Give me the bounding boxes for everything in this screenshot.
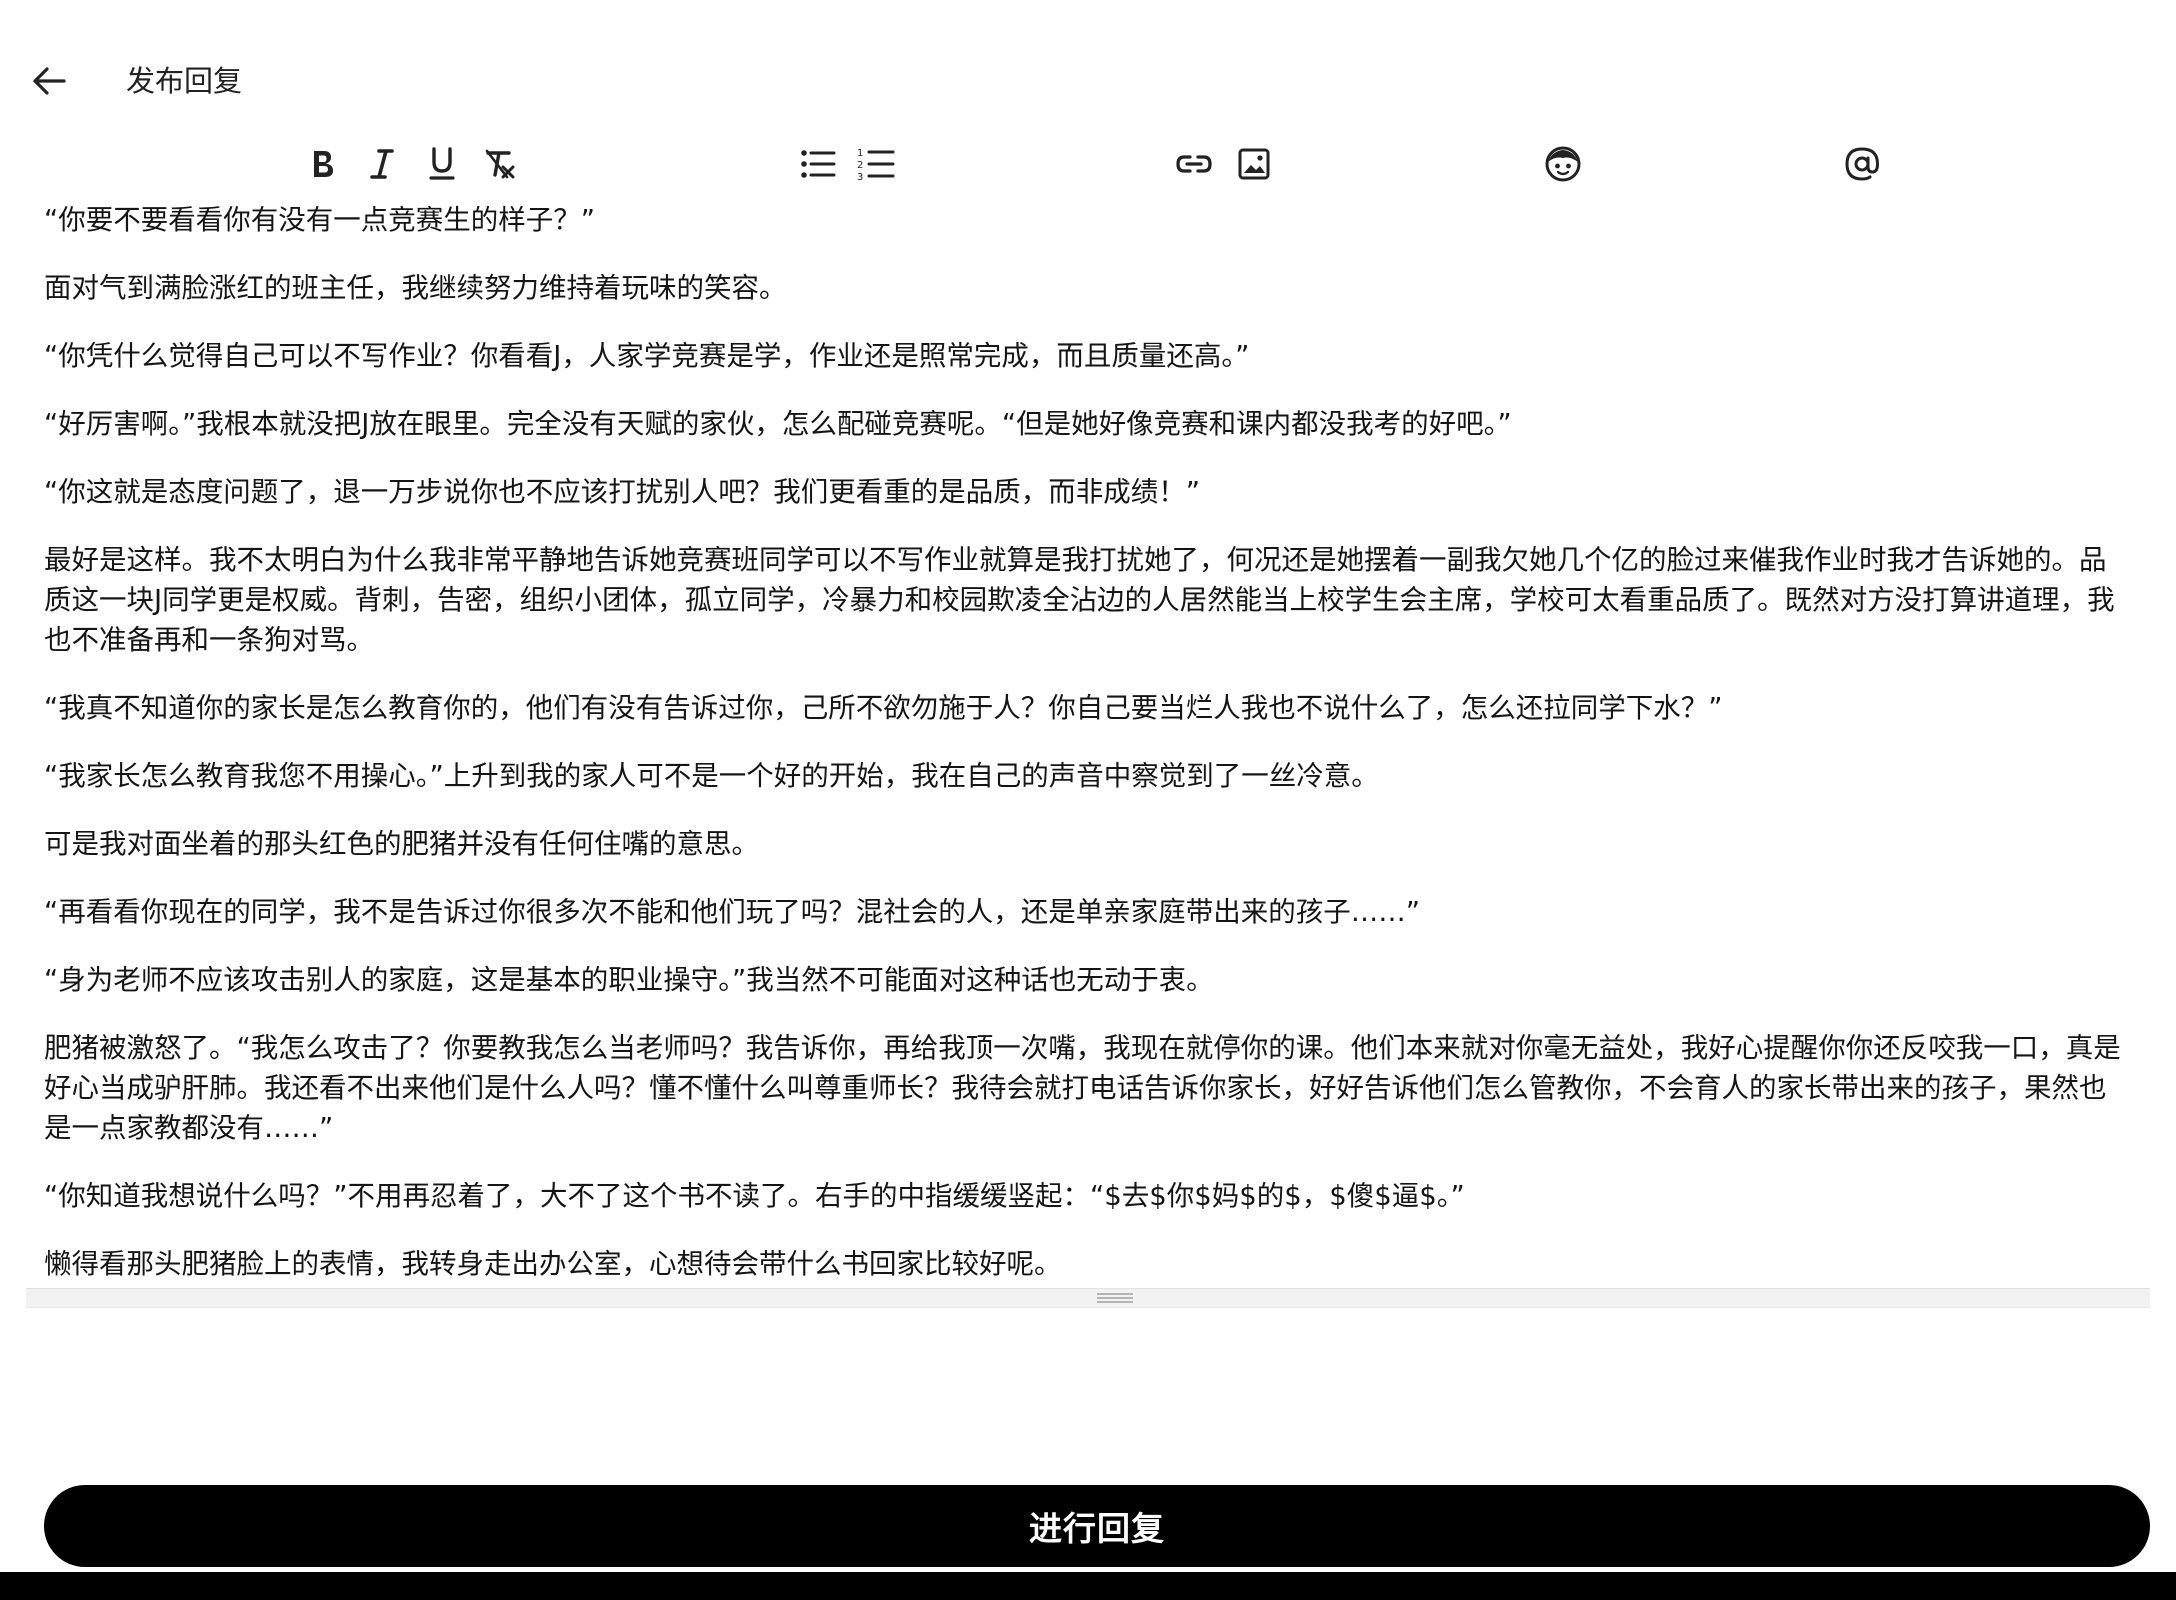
- system-navigation-bar: [0, 1572, 2176, 1600]
- italic-icon: [370, 149, 394, 179]
- svg-text:1: 1: [857, 148, 863, 159]
- clear-format-button[interactable]: [474, 138, 526, 190]
- back-button[interactable]: [26, 58, 72, 104]
- header: 发布回复: [0, 40, 2176, 120]
- bold-icon: [314, 151, 333, 177]
- svg-text:2: 2: [857, 160, 863, 171]
- italic-button[interactable]: [356, 138, 408, 190]
- numbered-list-button[interactable]: 1 2 3: [850, 138, 902, 190]
- mention-button[interactable]: [1836, 138, 1888, 190]
- link-icon: [1176, 155, 1212, 173]
- editor-paragraph: “你凭什么觉得自己可以不写作业？你看看J，人家学竞赛是学，作业还是照常完成，而且…: [44, 340, 1250, 372]
- editor-paragraph: “好厉害啊。”我根本就没把J放在眼里。完全没有天赋的家伙，怎么配碰竞赛呢。“但是…: [44, 408, 1512, 440]
- editor-paragraph: “你要不要看看你有没有一点竞赛生的样子？”: [44, 204, 595, 236]
- formatting-toolbar: 1 2 3: [0, 138, 2176, 192]
- bullet-list-icon: [801, 150, 836, 178]
- emoji-button[interactable]: [1537, 138, 1589, 190]
- editor-paragraph: “你知道我想说什么吗？”不用再忍着了，大不了这个书不读了。右手的中指缓缓竖起：“…: [44, 1180, 1465, 1212]
- svg-text:3: 3: [857, 172, 863, 182]
- clear-format-icon: [485, 149, 515, 179]
- editor-paragraph: “身为老师不应该攻击别人的家庭，这是基本的职业操守。”我当然不可能面对这种话也无…: [44, 964, 1214, 996]
- underline-button[interactable]: [416, 138, 468, 190]
- bullet-list-button[interactable]: [792, 138, 844, 190]
- arrow-left-icon: [33, 67, 66, 95]
- grip-icon: [1097, 1293, 1133, 1303]
- reply-editor[interactable]: “你要不要看看你有没有一点竞赛生的样子？” 面对气到满脸涨红的班主任，我继续努力…: [44, 200, 2124, 1286]
- page-title: 发布回复: [126, 64, 243, 98]
- editor-resize-handle[interactable]: [26, 1288, 2150, 1308]
- bold-button[interactable]: [296, 138, 348, 190]
- editor-paragraph: “我真不知道你的家长是怎么教育你的，他们有没有告诉过你，己所不欲勿施于人？你自己…: [44, 692, 1723, 724]
- insert-link-button[interactable]: [1168, 138, 1220, 190]
- image-icon: [1238, 148, 1270, 180]
- reply-screen: 发布回复 1 2 3 “你要不要看看你有没有一点竞赛生的样子？” 面对气到满脸涨…: [0, 0, 2176, 1600]
- editor-paragraph: 懒得看那头肥猪脸上的表情，我转身走出办公室，心想待会带什么书回家比较好呢。: [44, 1248, 1062, 1280]
- underline-icon: [429, 147, 455, 180]
- at-sign-icon: [1845, 147, 1880, 181]
- editor-paragraph: 肥猪被激怒了。“我怎么攻击了？你要教我怎么当老师吗？我告诉你，再给我顶一次嘴，我…: [44, 1032, 2121, 1144]
- editor-paragraph: 面对气到满脸涨红的班主任，我继续努力维持着玩味的笑容。: [44, 272, 787, 304]
- editor-paragraph: “我家长怎么教育我您不用操心。”上升到我的家人可不是一个好的开始，我在自己的声音…: [44, 760, 1379, 792]
- editor-paragraph: “你这就是态度问题了，退一万步说你也不应该打扰别人吧？我们更看重的是品质，而非成…: [44, 476, 1200, 508]
- editor-paragraph: “再看看你现在的同学，我不是告诉过你很多次不能和他们玩了吗？混社会的人，还是单亲…: [44, 896, 1420, 928]
- insert-image-button[interactable]: [1228, 138, 1280, 190]
- editor-paragraph: 可是我对面坐着的那头红色的肥猪并没有任何住嘴的意思。: [44, 828, 759, 860]
- submit-reply-button[interactable]: 进行回复: [44, 1485, 2150, 1567]
- editor-paragraph: 最好是这样。我不太明白为什么我非常平静地告诉她竞赛班同学可以不写作业就算是我打扰…: [44, 544, 2115, 656]
- emoji-icon: [1545, 146, 1581, 182]
- numbered-list-icon: 1 2 3: [857, 148, 895, 182]
